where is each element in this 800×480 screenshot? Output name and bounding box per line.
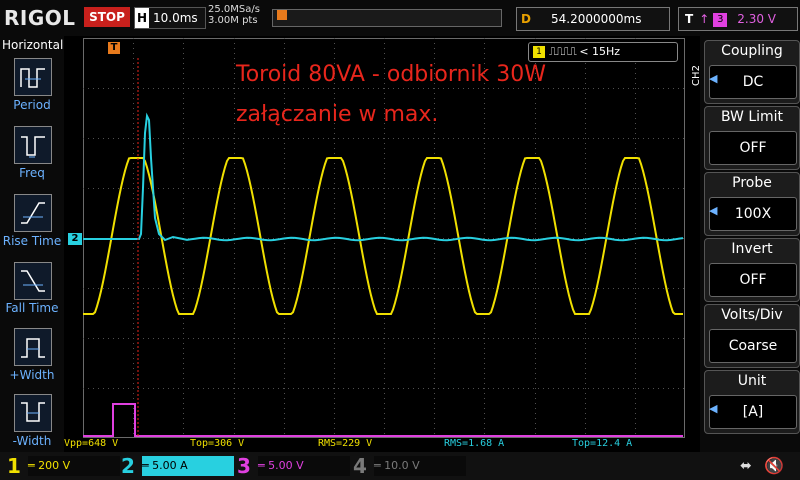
delay-value: 54.2000000ms	[551, 12, 642, 26]
trigger-marker[interactable]: T	[108, 42, 120, 54]
select-arrow-icon: ◀	[709, 204, 718, 217]
left-panel-title: Horizontal	[2, 38, 64, 52]
unit-menu[interactable]: Unit [A] ◀	[704, 370, 800, 434]
channel-4-scale: ═ 10.0 V	[374, 456, 466, 476]
coupling-menu[interactable]: Coupling DC ◀	[704, 40, 800, 104]
invert-header: Invert	[731, 241, 773, 257]
measurement-item: RMS=1.68 A	[444, 438, 505, 449]
annotation-line-2: załączanie w max.	[236, 102, 439, 127]
select-arrow-icon: ◀	[709, 402, 718, 415]
channel-4-number: 4	[353, 454, 367, 478]
channel-3-scale: ═ 5.00 V	[258, 456, 350, 476]
rise-time-label: Rise Time	[2, 234, 62, 248]
speaker-mute-icon[interactable]: 🔇	[764, 456, 784, 475]
menu-channel-label: CH2	[690, 65, 702, 86]
counter-channel: 1	[533, 46, 545, 58]
measurement-bar: Vpp=648 V Top=306 V RMS=229 V RMS=1.68 A…	[64, 437, 700, 451]
measurement-item: RMS=229 V	[318, 438, 373, 449]
trigger-source: 3	[713, 12, 728, 27]
brand-logo: RIGOL	[4, 6, 76, 30]
channel-3-number: 3	[237, 454, 251, 478]
select-arrow-icon: ◀	[709, 72, 718, 85]
trigger-position-marker	[277, 10, 287, 20]
horizontal-timebase[interactable]: H 10.0ms	[134, 7, 206, 29]
invert-value: OFF	[709, 263, 797, 297]
positive-width-label: +Width	[9, 368, 55, 382]
frequency-counter: 1 ⎍⎍⎍⎍ < 15Hz	[528, 42, 678, 62]
bw-limit-header: BW Limit	[720, 109, 784, 125]
probe-header: Probe	[732, 175, 772, 191]
unit-header: Unit	[737, 373, 767, 389]
trigger-tag: T	[685, 12, 694, 26]
fall-time-label: Fall Time	[5, 301, 59, 315]
rising-edge-icon: ↑	[699, 12, 710, 26]
positive-width-icon	[21, 338, 45, 358]
invert-menu[interactable]: Invert OFF	[704, 238, 800, 302]
period-icon	[20, 68, 45, 88]
volts-div-header: Volts/Div	[721, 307, 783, 323]
trigger-level: 2.30 V	[737, 12, 776, 26]
channel-2-status[interactable]: 2 ═ 5.00 A	[118, 454, 234, 478]
counter-value: < 15Hz	[579, 45, 621, 58]
annotation-line-1: Toroid 80VA - odbiornik 30W	[236, 62, 547, 87]
probe-menu[interactable]: Probe 100X ◀	[704, 172, 800, 236]
measurement-item: Top=306 V	[190, 438, 245, 449]
coupling-value: DC	[709, 65, 797, 99]
unit-value: [A]	[709, 395, 797, 429]
probe-value: 100X	[709, 197, 797, 231]
square-wave-icon: ⎍⎍⎍⎍	[549, 45, 577, 58]
volts-div-value: Coarse	[709, 329, 797, 363]
delay-display[interactable]: D 54.2000000ms	[516, 7, 670, 31]
volts-div-menu[interactable]: Volts/Div Coarse	[704, 304, 800, 368]
freq-label: Freq	[19, 166, 45, 180]
negative-width-button[interactable]	[14, 394, 52, 432]
negative-width-icon	[21, 402, 45, 422]
timebase-value: 10.0ms	[153, 11, 198, 25]
ch2-offset-marker[interactable]: 2	[68, 233, 82, 245]
timebase-tag: H	[135, 8, 149, 28]
measurement-item: Vpp=648 V	[64, 438, 119, 449]
ch2-current-trace	[83, 112, 684, 242]
acquisition-info: 25.0MSa/s 3.00M pts	[208, 4, 260, 26]
fall-time-icon	[21, 270, 45, 292]
negative-width-label: -Width	[12, 434, 52, 448]
fall-time-button[interactable]	[14, 262, 52, 300]
channel-1-number: 1	[7, 454, 21, 478]
run-stop-indicator[interactable]: STOP	[84, 7, 130, 27]
freq-button[interactable]	[14, 126, 52, 164]
memory-position-strip[interactable]	[272, 9, 502, 27]
channel-2-number: 2	[121, 454, 135, 478]
positive-width-button[interactable]	[14, 328, 52, 366]
ch3-trigger-trace	[83, 403, 683, 437]
delay-tag: D	[521, 12, 531, 26]
channel-1-scale: ═ 200 V	[28, 456, 120, 476]
period-label: Period	[13, 98, 51, 112]
channel-1-status[interactable]: 1 ═ 200 V	[4, 454, 120, 478]
rise-time-icon	[21, 202, 45, 224]
memory-depth: 3.00M pts	[208, 15, 258, 26]
coupling-header: Coupling	[721, 43, 783, 59]
channel-2-scale: ═ 5.00 A	[142, 456, 234, 476]
rise-time-button[interactable]	[14, 194, 52, 232]
channel-4-status[interactable]: 4 ═ 10.0 V	[350, 454, 466, 478]
period-button[interactable]	[14, 58, 52, 96]
bw-limit-value: OFF	[709, 131, 797, 165]
sample-rate: 25.0MSa/s	[208, 4, 260, 15]
measurement-item: Top=12.4 A	[572, 438, 633, 449]
waveform-display	[83, 58, 684, 438]
trigger-display[interactable]: T ↑ 3 2.30 V	[678, 7, 798, 31]
bw-limit-menu[interactable]: BW Limit OFF	[704, 106, 800, 170]
freq-icon	[21, 136, 45, 158]
usb-icon: ⬌	[740, 458, 752, 474]
channel-3-status[interactable]: 3 ═ 5.00 V	[234, 454, 350, 478]
